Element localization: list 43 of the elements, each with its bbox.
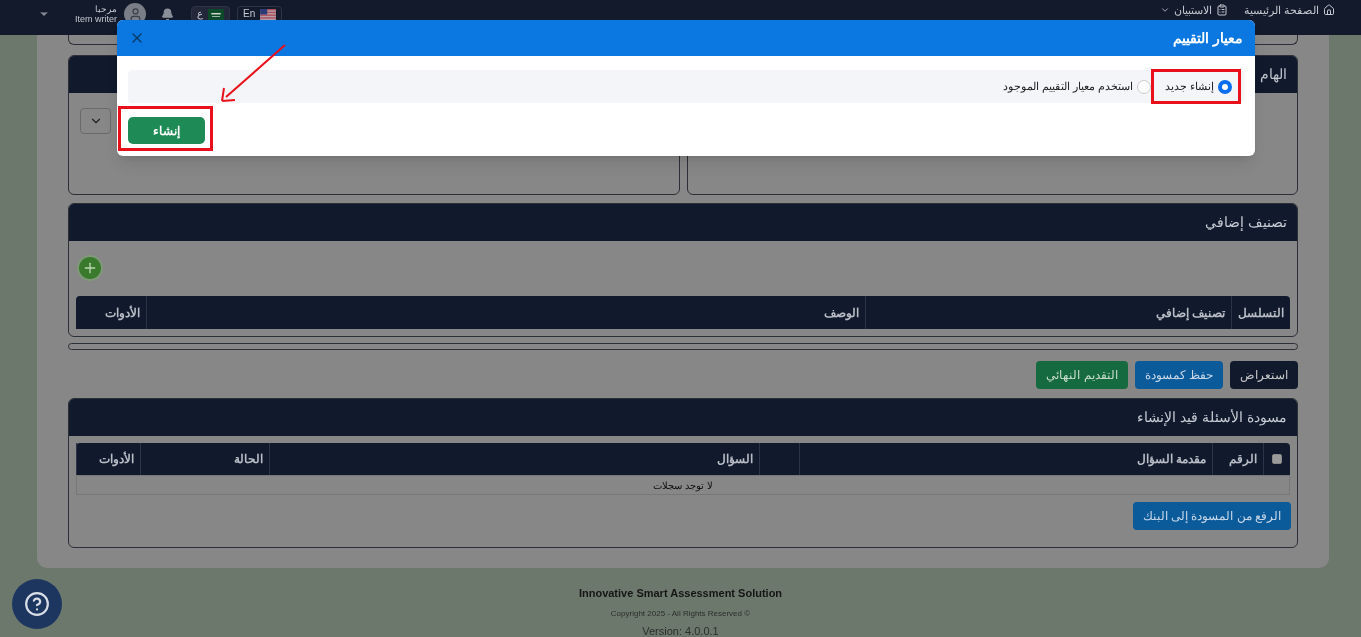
action-button[interactable]: حفظ كمسودة (1134, 361, 1223, 389)
empty-message: لا توجد سجلات (653, 478, 713, 493)
add-button[interactable] (79, 257, 101, 279)
column-header: الأدوات (104, 304, 141, 323)
flag-icon (208, 8, 224, 20)
select-field[interactable] (80, 108, 111, 134)
radio-option[interactable]: استخدم معيار التقييم الموجود (1002, 78, 1151, 95)
panel-title: الهام (1260, 65, 1287, 85)
checkbox[interactable] (1272, 454, 1282, 464)
help-icon (24, 591, 50, 617)
pointer-arrow (221, 44, 286, 102)
clipboard-icon (1215, 4, 1228, 16)
help-button[interactable] (12, 579, 62, 629)
panel-title: تصنيف إضافي (1205, 213, 1287, 233)
radio-button[interactable] (1136, 79, 1151, 94)
column-header: تصنيف إضافي (865, 296, 1231, 329)
version-text: Version: 4.0.0.1 (642, 623, 719, 637)
flag-icon (260, 8, 277, 20)
user-role: Item writer (75, 14, 117, 24)
nav-link[interactable]: الصفحة الرئيسية (1243, 3, 1335, 17)
bell-icon[interactable] (161, 7, 174, 21)
nav-link[interactable]: الاستبيان (1159, 3, 1228, 17)
column-header: الرقم (1212, 443, 1263, 475)
copyright-text: Copyright 2025 - All Rights Reserved © (610, 607, 751, 620)
action-button[interactable]: استعراض (1230, 361, 1298, 389)
home-icon (1323, 4, 1335, 16)
create-button[interactable]: إنشاء (128, 117, 205, 144)
column-header: الحالة (140, 443, 269, 475)
upload-button[interactable]: الرفع من المسودة إلى البنك (1132, 502, 1291, 530)
column-header: التسلسل (1231, 296, 1290, 329)
product-name: Innovative Smart Assessment Solution (578, 586, 783, 601)
column-header: السؤال (269, 443, 759, 475)
chevron-icon (1159, 5, 1170, 15)
column-header: الوصف (146, 296, 865, 329)
radio-option[interactable]: إنشاء جديد (1164, 78, 1232, 95)
panel-title: مسودة الأسئلة قيد الإنشاء (1137, 408, 1287, 428)
column-header: مقدمة السؤال (799, 443, 1212, 475)
greeting-text: مرحبا (95, 4, 117, 14)
radio-button[interactable] (1218, 79, 1232, 94)
plus-icon (82, 260, 98, 276)
action-button[interactable]: التقديم النهائي (1036, 361, 1128, 389)
column-header: الأدوات (76, 443, 140, 475)
modal-title: معيار التقييم (1173, 28, 1243, 49)
